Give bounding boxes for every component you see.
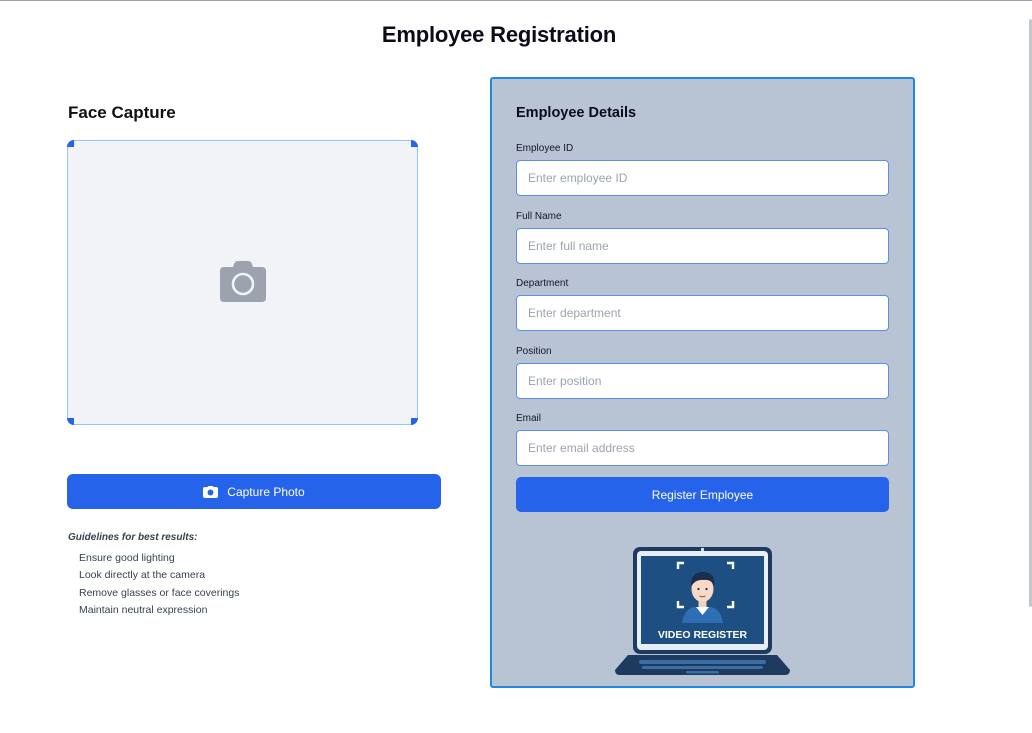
guideline-item: Ensure good lighting	[79, 552, 175, 564]
camera-preview	[67, 140, 418, 425]
capture-photo-button[interactable]: Capture Photo	[67, 474, 441, 509]
department-input[interactable]	[516, 295, 889, 331]
preview-corner-top-left	[67, 140, 74, 147]
laptop-face-scan-illustration: VIDEO REGISTER	[615, 547, 790, 675]
preview-corner-bottom-right	[411, 418, 418, 425]
position-label: Position	[516, 346, 552, 357]
employee-details-title: Employee Details	[516, 105, 637, 121]
capture-photo-label: Capture Photo	[227, 484, 305, 499]
full-name-input[interactable]	[516, 228, 889, 264]
guidelines-list: Ensure good lighting Look directly at th…	[79, 551, 240, 620]
window-top-border	[0, 0, 1032, 1]
face-capture-title: Face Capture	[68, 103, 176, 122]
preview-corner-top-right	[411, 140, 418, 147]
email-input[interactable]	[516, 430, 889, 466]
employee-details-panel: Employee Details Employee ID Full Name D…	[490, 77, 915, 688]
guideline-item: Look directly at the camera	[79, 569, 206, 582]
department-label: Department	[516, 278, 569, 289]
camera-icon	[220, 261, 266, 302]
guideline-item: Maintain neutral expression	[79, 603, 208, 616]
employee-id-input[interactable]	[516, 160, 889, 196]
camera-icon	[203, 485, 219, 498]
page-title: Employee Registration	[381, 22, 617, 47]
full-name-label: Full Name	[516, 211, 562, 222]
email-label: Email	[516, 413, 542, 424]
guideline-item: Remove glasses or face coverings	[79, 586, 240, 599]
guidelines-title: Guidelines for best results:	[68, 532, 198, 543]
position-input[interactable]	[516, 363, 889, 399]
preview-corner-bottom-left	[67, 418, 74, 425]
illustration-caption: VIDEO REGISTER	[658, 629, 748, 641]
employee-id-label: Employee ID	[516, 143, 574, 154]
scrollbar-track[interactable]	[1028, 1, 1032, 733]
register-employee-button[interactable]: Register Employee	[516, 477, 889, 512]
